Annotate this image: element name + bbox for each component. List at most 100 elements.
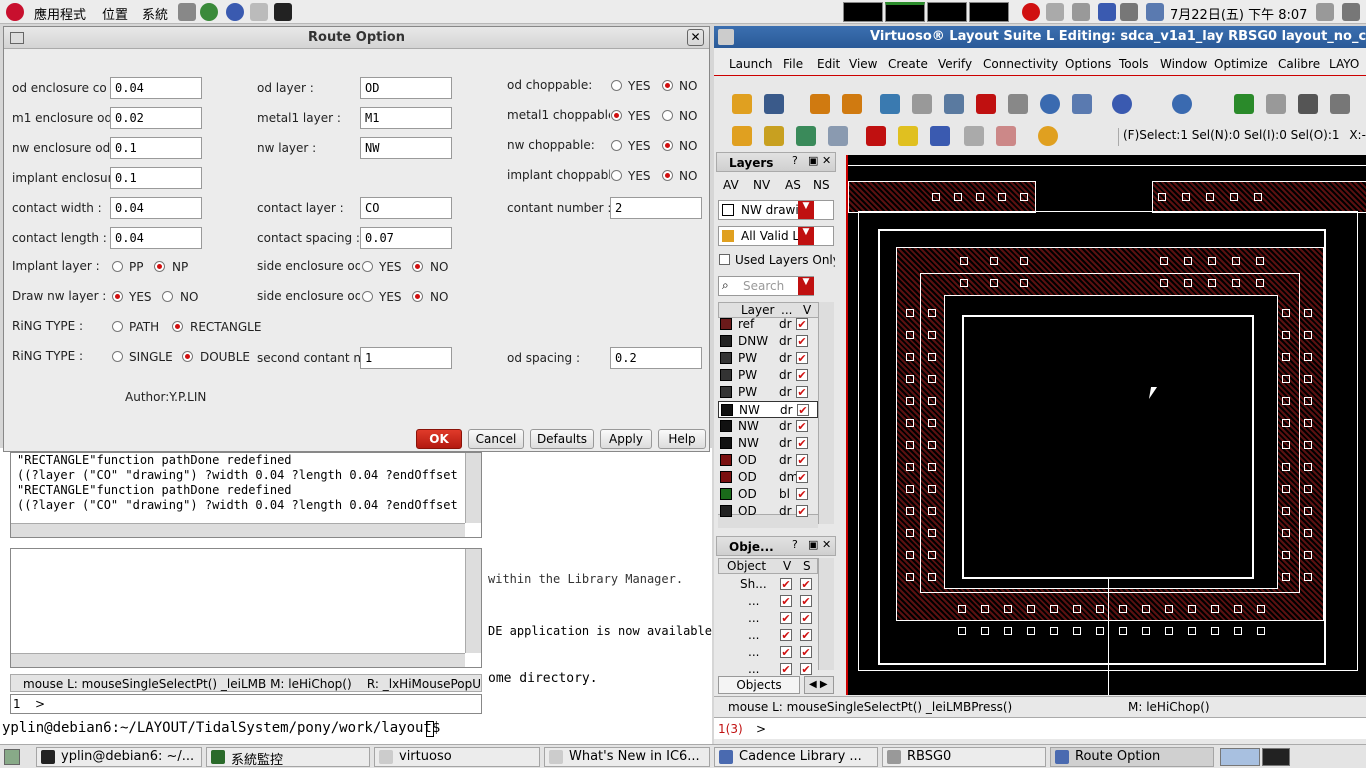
move-icon[interactable] [880, 94, 900, 114]
layer-row[interactable]: PW dr ✔ [718, 367, 818, 384]
layer-tab-av[interactable]: AV [723, 178, 739, 192]
printer-icon[interactable] [1046, 3, 1064, 21]
ciw-vscroll[interactable] [465, 453, 481, 523]
contact-length-input[interactable]: 0.04 [110, 227, 202, 249]
menu-connectivity[interactable]: Connectivity [983, 57, 1058, 71]
contact-number-input[interactable]: 2 [610, 197, 702, 219]
power-icon[interactable] [1342, 3, 1360, 21]
side-enclosure-1-yes-radio[interactable] [362, 261, 373, 272]
obj-select-checkbox[interactable]: ✔ [800, 578, 812, 590]
ciw-hscroll[interactable] [11, 523, 465, 537]
search-select-icon[interactable] [828, 126, 848, 146]
obj-select-checkbox[interactable]: ✔ [800, 629, 812, 641]
visible-checkbox[interactable]: ✔ [796, 352, 808, 364]
task-route-option[interactable]: Route Option [1050, 747, 1214, 767]
delete-icon[interactable] [976, 94, 996, 114]
visible-checkbox[interactable]: ✔ [796, 335, 808, 347]
visible-checkbox[interactable]: ✔ [796, 471, 808, 483]
visible-col[interactable]: V [803, 303, 811, 317]
open-icon[interactable] [732, 94, 752, 114]
app-icon[interactable] [718, 29, 734, 45]
task-terminal[interactable]: yplin@debian6: ~/... [36, 747, 202, 767]
stretch-icon[interactable] [944, 94, 964, 114]
visible-checkbox[interactable]: ✔ [796, 437, 808, 449]
menu-create[interactable]: Create [888, 57, 928, 71]
applications-menu[interactable]: 應用程式 [34, 4, 86, 23]
dropdown-icon[interactable]: ▼ [798, 277, 814, 295]
window-menu-icon[interactable] [10, 32, 24, 44]
layer-tab-as[interactable]: AS [785, 178, 801, 192]
menu-launch[interactable]: Launch [729, 57, 772, 71]
ring-double-radio[interactable] [182, 351, 193, 362]
od-spacing-input[interactable]: 0.2 [610, 347, 702, 369]
select-icon[interactable] [1330, 94, 1350, 114]
ciw-output[interactable]: "RECTANGLE"function pathDone redefined (… [10, 452, 482, 538]
layer-row[interactable]: NW dr ✔ [718, 418, 818, 435]
layout-canvas[interactable] [846, 155, 1366, 695]
object-row[interactable]: ... ✔ ✔ [718, 644, 818, 661]
menu-edit[interactable]: Edit [817, 57, 840, 71]
rotate-icon[interactable] [1008, 94, 1028, 114]
contact-width-input[interactable]: 0.04 [110, 197, 202, 219]
network-icon[interactable] [1120, 3, 1138, 21]
side-enclosure-2-no-radio[interactable] [412, 291, 423, 302]
info-icon[interactable] [1040, 94, 1060, 114]
nw-layer-input[interactable]: NW [360, 137, 452, 159]
float-icon[interactable]: ▣ [808, 154, 818, 167]
obj-visible-col[interactable]: V [783, 559, 791, 573]
od-choppable-yes-radio[interactable] [611, 80, 622, 91]
apply-button[interactable]: Apply [600, 429, 652, 449]
places-menu[interactable]: 位置 [102, 4, 128, 23]
side-enclosure-1-no-radio[interactable] [412, 261, 423, 272]
task-rbsg0[interactable]: RBSG0 [882, 747, 1046, 767]
object-row[interactable]: ... ✔ ✔ [718, 627, 818, 644]
workspace-1[interactable] [843, 2, 883, 22]
help-button[interactable]: Help [658, 429, 706, 449]
draw-nw-yes-radio[interactable] [112, 291, 123, 302]
ciw-command-line[interactable]: 1 > [10, 694, 482, 714]
volume-icon[interactable] [1072, 3, 1090, 21]
implant-choppable-yes-radio[interactable] [611, 170, 622, 181]
object-row[interactable]: ... ✔ ✔ [718, 593, 818, 610]
visible-checkbox[interactable]: ✔ [796, 369, 808, 381]
od-choppable-no-radio[interactable] [662, 80, 673, 91]
task-whats-new[interactable]: What's New in IC6... [544, 747, 710, 767]
object-row[interactable]: Sh... ✔ ✔ [718, 576, 818, 593]
float-icon[interactable]: ▣ [808, 538, 818, 551]
probe-icon[interactable] [1298, 94, 1318, 114]
used-layers-checkbox[interactable] [719, 254, 730, 265]
menu-window[interactable]: Window [1160, 57, 1207, 71]
visible-checkbox[interactable]: ✔ [797, 404, 809, 416]
hierarchy-icon[interactable] [1234, 94, 1254, 114]
close-panel-icon[interactable]: ✕ [822, 154, 831, 167]
speaker-icon[interactable] [1316, 3, 1334, 21]
layer-row[interactable]: OD bl ✔ [718, 486, 818, 503]
workspace-3[interactable] [927, 2, 967, 22]
tab-nav-arrows[interactable]: ◀ ▶ [804, 676, 834, 694]
clipboard-icon[interactable] [1146, 3, 1164, 21]
ring-path-radio[interactable] [112, 321, 123, 332]
visible-checkbox[interactable]: ✔ [796, 505, 808, 517]
align-icon[interactable] [1072, 94, 1092, 114]
layer-list-vscroll[interactable] [818, 302, 834, 524]
cancel-button[interactable]: Cancel [468, 429, 524, 449]
layer-row[interactable]: ref dr ✔ [718, 316, 818, 333]
menu-tools[interactable]: Tools [1119, 57, 1149, 71]
defaults-button[interactable]: Defaults [530, 429, 594, 449]
object-list-vscroll[interactable] [818, 558, 834, 670]
redo-icon[interactable] [842, 94, 862, 114]
ciw-input-vscroll[interactable] [465, 549, 481, 653]
stop-icon[interactable] [866, 126, 886, 146]
layer-row[interactable]: PW dr ✔ [718, 384, 818, 401]
obj-visible-checkbox[interactable]: ✔ [780, 646, 792, 658]
menu-verify[interactable]: Verify [938, 57, 972, 71]
globe-icon[interactable] [226, 3, 244, 21]
side-enclosure-2-yes-radio[interactable] [362, 291, 373, 302]
obj-select-col[interactable]: S [803, 559, 811, 573]
obj-visible-checkbox[interactable]: ✔ [780, 578, 792, 590]
bulb-icon[interactable] [1038, 126, 1058, 146]
obj-visible-checkbox[interactable]: ✔ [780, 663, 792, 675]
visible-checkbox[interactable]: ✔ [796, 420, 808, 432]
undo-icon[interactable] [810, 94, 830, 114]
second-contact-input[interactable]: 1 [360, 347, 452, 369]
